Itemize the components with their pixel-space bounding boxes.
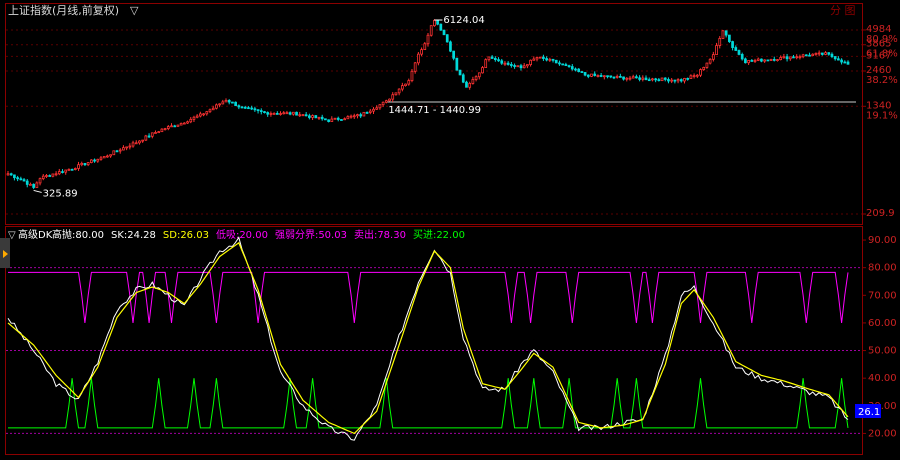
price-tick-label: 209.9 [866, 208, 895, 219]
panel-expand-handle[interactable] [0, 238, 10, 268]
high-label: 6124.04 [443, 15, 484, 26]
stock-chart-window: 498480.9%386561.8%3167246038.2%134019.1%… [0, 0, 900, 460]
candle [314, 115, 318, 119]
candle [538, 56, 542, 59]
candle [102, 156, 106, 159]
candle [516, 65, 520, 68]
indicator-tick-label: 40.00 [868, 373, 897, 384]
price-tick-percent: 19.1% [866, 110, 898, 121]
chart-title[interactable]: 上证指数(月线,前复权) [8, 3, 119, 17]
candle [112, 150, 116, 156]
indicator-name[interactable]: 高级DK [18, 228, 53, 241]
candle [231, 101, 234, 104]
title-dropdown-icon[interactable]: ▽ [130, 4, 139, 17]
level-label: 1444.71 - 1440.99 [388, 105, 481, 116]
candle [721, 30, 725, 39]
candle [324, 118, 327, 121]
candle [234, 101, 237, 107]
low-label: 325.89 [43, 188, 78, 199]
split-view-label[interactable]: 分 图 [830, 4, 856, 17]
indicator-tick-label: 80.00 [868, 263, 897, 274]
candle [90, 159, 93, 164]
candle [737, 49, 741, 56]
candle [804, 54, 808, 57]
candle [333, 117, 337, 120]
candle [766, 59, 770, 62]
candle [436, 19, 439, 26]
candle [340, 119, 343, 121]
candle [554, 59, 558, 64]
candle [577, 68, 581, 73]
svg-text:26.1: 26.1 [858, 407, 880, 418]
candle [445, 34, 449, 43]
indicator-header: ▽ 高级DK 高抛:80.00 SK:24.28 SD:26.03 低吸:20.00 强… [8, 228, 465, 241]
price-tick-label: 3167 [866, 50, 891, 61]
indicator-param: 低吸:20.00 [216, 228, 268, 241]
candle [449, 40, 452, 53]
price-tick-percent: 38.2% [866, 75, 898, 86]
candle [362, 111, 366, 117]
indicator-tick-label: 90.00 [868, 235, 897, 246]
candle [144, 134, 148, 141]
candle [580, 71, 584, 73]
candle [439, 23, 443, 31]
indicator-param: SD:26.03 [163, 230, 209, 241]
candle [461, 73, 465, 84]
indicator-tick-label: 70.00 [868, 290, 897, 301]
candle [410, 68, 414, 83]
candle [484, 58, 488, 68]
candle [176, 124, 180, 127]
indicator-param: 卖出:78.30 [354, 228, 406, 241]
indicator-param: 高抛:80.00 [52, 228, 104, 241]
current-value-badge: 26.1 [855, 404, 881, 418]
candle [455, 57, 459, 71]
candle [327, 119, 330, 123]
candle [429, 25, 433, 37]
indicator-tick-label: 60.00 [868, 318, 897, 329]
candle [561, 63, 565, 66]
candle [295, 111, 298, 116]
candle [458, 69, 462, 76]
candle [442, 29, 446, 36]
candle [769, 58, 773, 61]
candle [160, 128, 164, 133]
indicator-tick-label: 20.00 [868, 428, 897, 439]
candle [590, 73, 593, 78]
indicator-param: SK:24.28 [111, 230, 156, 241]
indicator-tick-label: 50.00 [868, 346, 897, 357]
indicator-param: 强弱分界:50.03 [275, 229, 347, 241]
candle [481, 66, 484, 74]
indicator-param: 买进:22.00 [413, 229, 465, 241]
candle [660, 77, 664, 82]
candle [728, 34, 731, 43]
